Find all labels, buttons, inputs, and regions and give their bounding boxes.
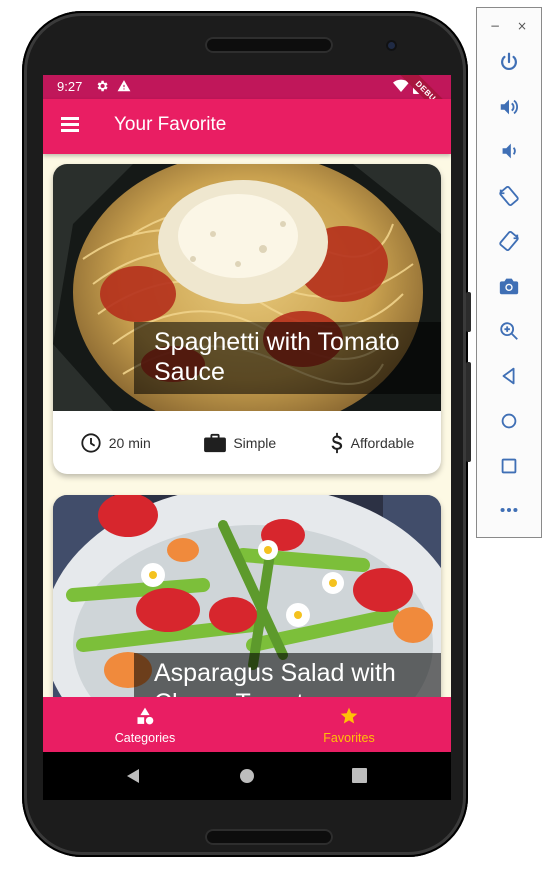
emulator-toolbar: − × xyxy=(476,7,542,538)
rotate-left-icon[interactable] xyxy=(498,185,522,209)
settings-icon xyxy=(95,79,109,97)
power-icon[interactable] xyxy=(498,51,522,75)
meal-title-overlay: Asparagus Salad with Cherry Tomatoes xyxy=(134,653,441,697)
meal-affordability: Affordable xyxy=(330,432,415,454)
recents-icon[interactable] xyxy=(352,768,367,787)
home-icon[interactable] xyxy=(498,410,522,434)
minimize-icon[interactable]: − xyxy=(490,19,500,33)
camera-icon[interactable] xyxy=(498,275,522,299)
close-icon[interactable]: × xyxy=(517,19,527,33)
nav-label-categories: Categories xyxy=(114,731,176,745)
more-icon[interactable] xyxy=(498,499,522,523)
app-bar: Your Favorite xyxy=(43,99,451,154)
nav-tab-categories[interactable]: Categories xyxy=(43,697,247,752)
meal-meta-row: 20 min Simple Affordable xyxy=(53,411,441,474)
page-title: Your Favorite xyxy=(114,114,227,135)
complexity-label: Simple xyxy=(233,434,277,451)
phone-screen: 9:27 DEBUG Your Favorite Spaghetti with … xyxy=(43,75,451,800)
nav-tab-favorites[interactable]: Favorites xyxy=(247,697,451,752)
power-key xyxy=(466,362,471,462)
category-icon xyxy=(135,706,155,729)
meal-duration: 20 min xyxy=(80,432,151,454)
overview-icon[interactable] xyxy=(498,455,522,479)
status-bar: 9:27 DEBUG xyxy=(43,75,451,128)
volume-down-icon[interactable] xyxy=(498,140,522,164)
back-icon[interactable] xyxy=(125,768,141,788)
nav-label-favorites: Favorites xyxy=(323,731,375,745)
front-camera xyxy=(386,40,397,51)
bottom-speaker xyxy=(205,829,333,845)
home-icon[interactable] xyxy=(239,768,255,788)
duration-label: 20 min xyxy=(108,434,151,451)
favorites-list[interactable]: Spaghetti with Tomato Sauce 20 min Simpl… xyxy=(43,154,451,697)
meal-title: Spaghetti with Tomato Sauce xyxy=(154,328,400,386)
meal-title: Asparagus Salad with Cherry Tomatoes xyxy=(154,659,396,697)
meal-card[interactable]: Asparagus Salad with Cherry Tomatoes xyxy=(53,495,441,697)
zoom-icon[interactable] xyxy=(498,320,522,344)
warning-icon xyxy=(117,79,131,97)
clock-icon xyxy=(80,432,102,454)
dollar-icon xyxy=(330,432,344,454)
bottom-navigation: Categories Favorites xyxy=(43,697,451,752)
back-icon[interactable] xyxy=(498,365,522,389)
rotate-right-icon[interactable] xyxy=(498,230,522,254)
star-icon xyxy=(339,706,359,729)
status-time: 9:27 xyxy=(57,79,83,94)
volume-up-icon[interactable] xyxy=(498,96,522,120)
meal-card[interactable]: Spaghetti with Tomato Sauce 20 min Simpl… xyxy=(53,164,441,474)
meal-title-overlay: Spaghetti with Tomato Sauce xyxy=(134,322,441,394)
system-nav-bar xyxy=(43,752,451,800)
menu-icon[interactable] xyxy=(61,117,81,135)
briefcase-icon xyxy=(204,433,227,453)
meal-complexity: Simple xyxy=(204,433,276,453)
volume-rocker xyxy=(466,292,471,332)
earpiece-speaker xyxy=(205,37,333,53)
affordability-label: Affordable xyxy=(350,434,415,451)
